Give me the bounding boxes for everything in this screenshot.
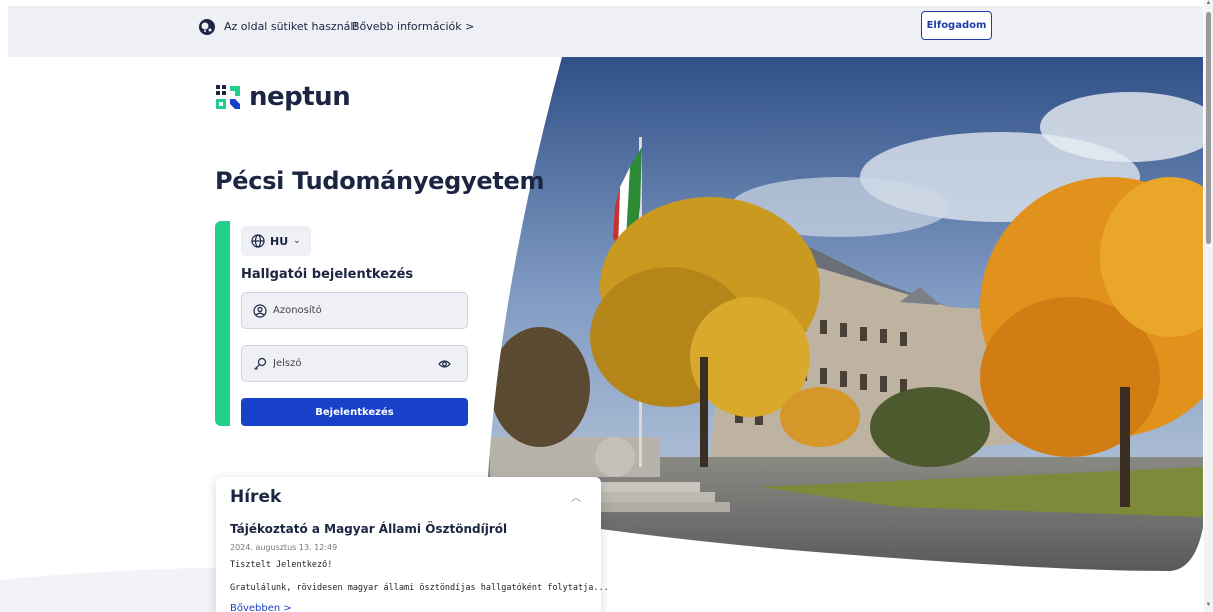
cookie-accept-button[interactable]: Elfogadom (921, 11, 992, 40)
username-field[interactable] (241, 292, 468, 329)
login-heading: Hallgatói bejelentkezés (241, 267, 414, 282)
neptun-logo-icon (216, 85, 240, 109)
university-title: Pécsi Tudományegyetem (215, 167, 545, 195)
news-title: Hírek (230, 487, 282, 507)
password-field[interactable] (241, 345, 468, 382)
login-button[interactable]: Bejelentkezés (241, 398, 468, 426)
neptun-logo[interactable]: neptun (215, 82, 351, 112)
article-more-link[interactable]: Bővebben > (230, 603, 292, 612)
cookie-icon (199, 19, 215, 35)
article-date: 2024. augusztus 13. 12:49 (230, 543, 338, 552)
article-excerpt: Gratulálunk, rövidesen magyar állami ösz… (230, 583, 609, 593)
scroll-down-arrow[interactable]: ▼ (1205, 602, 1212, 610)
login-accent-bar (215, 221, 230, 426)
language-code: HU (270, 234, 289, 248)
key-icon (254, 357, 267, 370)
article-title[interactable]: Tájékoztató a Magyar Állami Ösztöndíjról (230, 522, 507, 536)
username-input[interactable] (273, 305, 423, 316)
scroll-up-arrow[interactable]: ▲ (1205, 0, 1212, 8)
globe-icon (251, 234, 265, 248)
brand-name: neptun (249, 82, 351, 112)
news-card: Hírek ︿ Tájékoztató a Magyar Állami Öszt… (216, 477, 609, 612)
password-input[interactable] (273, 358, 423, 369)
eye-icon[interactable] (438, 358, 451, 370)
chevron-up-icon[interactable]: ︿ (571, 489, 581, 504)
language-selector[interactable]: HU ⌄ (241, 226, 311, 256)
chevron-down-icon: ⌄ (293, 236, 301, 246)
cookie-bar (8, 6, 1203, 57)
article-greeting: Tisztelt Jelentkező! (230, 560, 333, 570)
user-circle-icon (253, 303, 267, 318)
scrollbar-thumb[interactable] (1206, 12, 1211, 244)
cookie-more-link[interactable]: Bővebb információk > (352, 20, 474, 33)
page-scrollbar[interactable]: ▲ ▼ (1204, 0, 1213, 612)
cookie-notice-text: Az oldal sütiket használ! (224, 20, 358, 33)
